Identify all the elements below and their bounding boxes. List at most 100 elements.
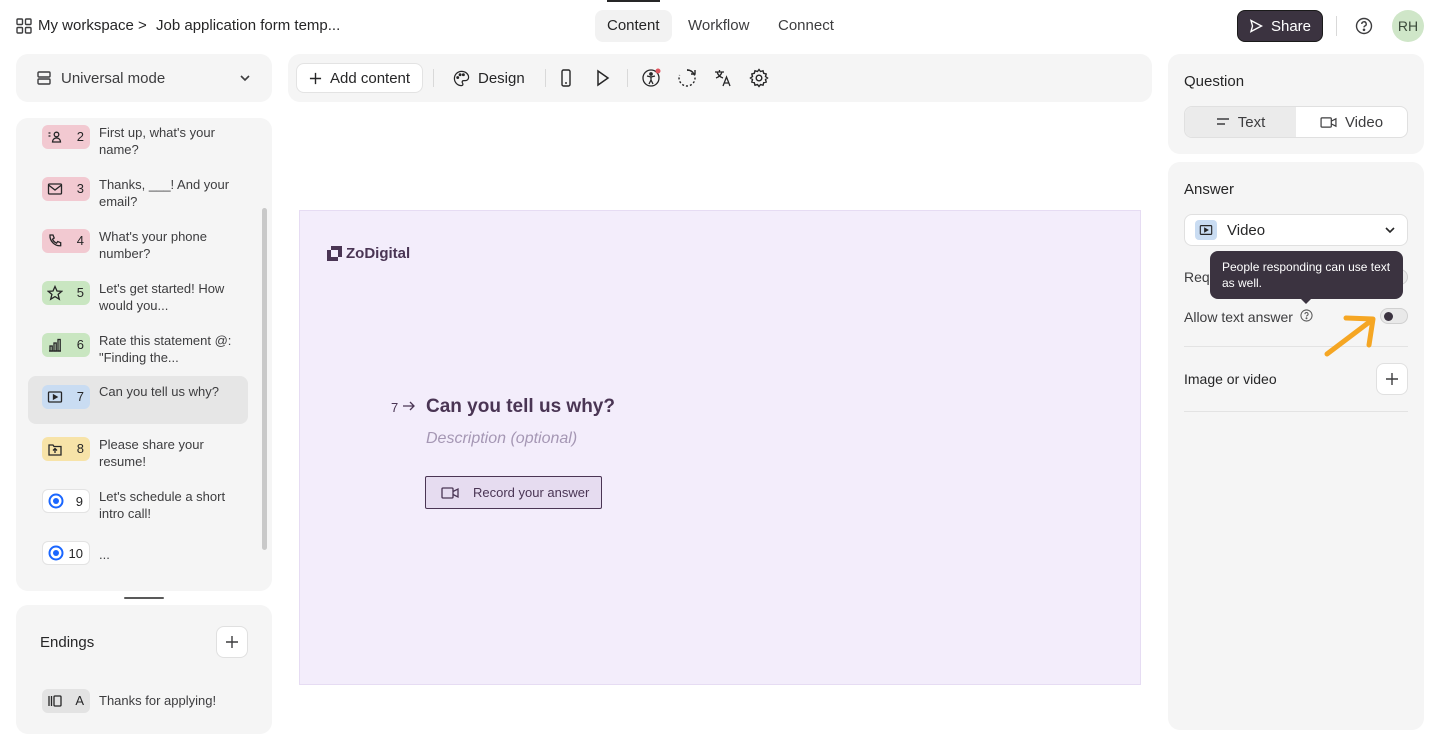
settings-gear-icon[interactable] <box>748 67 770 89</box>
allow-text-tooltip: People responding can use text as well. <box>1210 251 1403 304</box>
toggle-knob <box>1384 312 1393 321</box>
add-ending-button[interactable] <box>216 626 248 658</box>
add-content-label: Add content <box>330 69 411 87</box>
logic-icon[interactable] <box>676 67 698 89</box>
question-badge: 6 <box>42 333 90 357</box>
arrow-right-icon <box>402 399 416 418</box>
question-number: 10 <box>68 546 83 561</box>
add-image-video-button[interactable] <box>1376 363 1408 395</box>
question-badge: 5 <box>42 281 90 305</box>
question-number: 7 <box>76 389 84 404</box>
question-number: 4 <box>76 233 84 248</box>
divider <box>433 69 434 87</box>
accessibility-icon[interactable] <box>640 67 662 89</box>
mode-selector[interactable]: Universal mode <box>16 54 272 102</box>
record-answer-button[interactable]: Record your answer <box>425 476 602 509</box>
question-badge: 4 <box>42 229 90 253</box>
list-item[interactable]: 4 What's your phone number? <box>28 224 248 272</box>
ending-text: Thanks for applying! <box>99 693 217 708</box>
question-badge: 3 <box>42 177 90 201</box>
mobile-preview-icon[interactable] <box>555 67 577 89</box>
video-icon <box>47 391 63 403</box>
question-type-video[interactable]: Video <box>1296 107 1407 137</box>
question-list: 2 First up, what's your name? 3 Thanks, … <box>16 118 272 591</box>
endings-title: Endings <box>40 634 95 651</box>
allow-text-answer-toggle[interactable] <box>1380 308 1408 324</box>
breadcrumb-workspace[interactable]: My workspace <box>38 17 134 34</box>
upload-icon <box>48 444 62 456</box>
avatar[interactable]: RH <box>1392 10 1424 42</box>
form-preview-canvas: ZoDigital 7 Can you tell us why? Descrip… <box>299 210 1141 685</box>
question-number: 5 <box>76 285 84 300</box>
video-camera-icon <box>441 486 459 499</box>
brand-logo: ZoDigital <box>327 245 410 262</box>
list-item[interactable]: 5 Let's get started! How would you... <box>28 276 248 324</box>
question-text: Let's get started! How would you... <box>99 281 225 313</box>
question-number: 2 <box>76 129 84 144</box>
image-video-label: Image or video <box>1184 371 1277 387</box>
question-settings-panel: Question Text Video <box>1168 54 1424 154</box>
question-type-text-label: Text <box>1237 113 1266 131</box>
tab-connect[interactable]: Connect <box>766 10 846 42</box>
answer-type-select[interactable]: Video <box>1184 214 1408 246</box>
design-button[interactable]: Design <box>441 63 537 93</box>
question-text: Can you tell us why? <box>99 384 219 399</box>
list-item[interactable]: 7 Can you tell us why? <box>28 376 248 424</box>
annotation-arrow-icon <box>1324 315 1376 357</box>
list-item[interactable]: 10 ... <box>28 536 248 584</box>
ending-letter: A <box>75 693 84 708</box>
description-input[interactable]: Description (optional) <box>426 430 577 448</box>
question-type-toggle: Text Video <box>1184 106 1408 138</box>
answer-settings-panel: Answer Video Req Allow text answer Image… <box>1168 162 1424 730</box>
tab-content[interactable]: Content <box>595 0 672 42</box>
question-list-scrollbar[interactable] <box>262 208 267 550</box>
apps-grid-icon[interactable] <box>16 18 32 39</box>
divider <box>627 69 628 87</box>
question-badge: 8 <box>42 437 90 461</box>
play-preview-icon[interactable] <box>591 67 613 89</box>
contact-icon <box>48 131 62 143</box>
list-item[interactable]: A Thanks for applying! <box>42 689 254 713</box>
answer-type-value: Video <box>1227 221 1266 239</box>
mail-icon <box>47 183 63 195</box>
question-text: First up, what's your name? <box>99 125 215 157</box>
plus-icon <box>309 72 322 84</box>
info-icon[interactable] <box>1300 309 1313 327</box>
divider <box>1336 16 1337 36</box>
plus-icon <box>226 636 238 648</box>
video-icon <box>1195 220 1217 240</box>
question-text: What's your phone number? <box>99 229 207 261</box>
add-content-button[interactable]: Add content <box>296 63 424 93</box>
question-badge: 2 <box>42 125 90 149</box>
bar-chart-icon <box>49 338 61 352</box>
phone-icon <box>49 234 62 247</box>
list-item[interactable]: 2 First up, what's your name? <box>28 120 248 168</box>
question-type-text[interactable]: Text <box>1185 107 1296 137</box>
question-badge: 9 <box>42 489 90 513</box>
brand-logo-icon <box>327 246 342 261</box>
question-number: 7 <box>391 400 399 415</box>
chevron-down-icon <box>240 75 250 82</box>
tab-workflow[interactable]: Workflow <box>676 10 761 42</box>
breadcrumb-separator: > <box>138 17 147 34</box>
list-item[interactable]: 9 Let's schedule a short intro call! <box>28 484 248 532</box>
translate-icon[interactable] <box>712 67 734 89</box>
record-answer-label: Record your answer <box>473 485 590 500</box>
question-title[interactable]: Can you tell us why? <box>426 396 615 418</box>
share-button[interactable]: Share <box>1237 10 1323 42</box>
list-item[interactable]: 3 Thanks, ___! And your email? <box>28 172 248 220</box>
question-number: 3 <box>76 181 84 196</box>
ending-badge: A <box>42 689 90 713</box>
divider <box>1184 411 1408 412</box>
question-text: Let's schedule a short intro call! <box>99 489 226 521</box>
top-bar: My workspace > Job application form temp… <box>0 0 1440 52</box>
question-text: Rate this statement @: "Finding the... <box>99 333 232 365</box>
list-item[interactable]: 6 Rate this statement @: "Finding the... <box>28 328 248 376</box>
question-number: 9 <box>75 494 83 509</box>
breadcrumb-form-title[interactable]: Job application form temp... <box>156 17 340 34</box>
design-label: Design <box>478 69 525 87</box>
help-icon[interactable] <box>1355 17 1373 40</box>
panel-resize-handle[interactable] <box>124 597 164 599</box>
send-icon <box>1249 19 1263 33</box>
list-item[interactable]: 8 Please share your resume! <box>28 432 248 480</box>
